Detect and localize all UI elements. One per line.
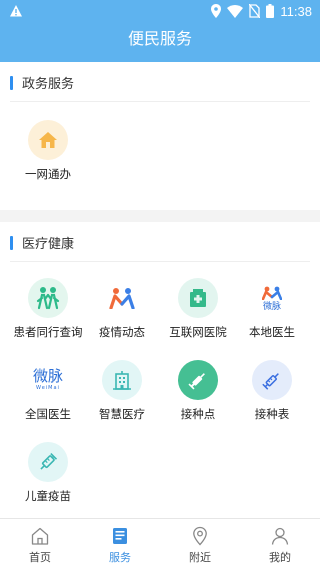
location-pin-icon [193,526,207,546]
service-patient-companion-query[interactable]: 患者同行查询 [8,274,88,354]
tab-services[interactable]: 服务 [80,519,160,568]
tab-label: 服务 [109,551,131,564]
tab-label: 首页 [29,551,51,564]
services-icon [113,528,127,544]
service-label: 一网通办 [25,167,71,181]
battery-icon [266,4,275,18]
vaccine-icon [28,442,68,482]
wifi-icon [227,4,244,18]
section-title: 医疗健康 [22,237,75,252]
tab-label: 我的 [269,551,291,564]
companions-icon [28,278,68,318]
service-epidemic-updates[interactable]: 疫情动态 [82,274,162,354]
hospital-icon [178,278,218,318]
tab-nearby[interactable]: 附近 [160,519,240,568]
home-icon [31,527,49,545]
profile-icon [271,527,289,545]
section-accent-bar [10,236,13,250]
location-icon [211,4,222,18]
page-title: 便民服务 [127,31,192,48]
section-divider [0,210,320,222]
service-local-doctor[interactable]: 微脉 本地医生 [232,274,312,354]
section-header: 医疗健康 [10,222,310,262]
service-label: 本地医生 [249,325,295,339]
section-header: 政务服务 [10,62,310,102]
house-icon [28,120,68,160]
logo-subtext: WeiMai [36,385,60,391]
service-smart-healthcare[interactable]: 智慧医疗 [82,356,162,436]
service-internet-hospital[interactable]: 互联网医院 [158,274,238,354]
service-child-vaccine[interactable]: 儿童疫苗 [8,438,88,518]
logo-text: 微脉 [32,369,63,385]
building-icon [102,360,142,400]
service-label: 儿童疫苗 [25,489,71,503]
syringe-icon [252,360,292,400]
bottom-tab-bar: 首页 服务 附近 我的 [0,518,320,568]
section-title: 政务服务 [22,77,75,92]
status-bar: 11:38 [0,0,320,22]
app-header: 11:38 便民服务 [0,0,320,62]
tab-home[interactable]: 首页 [0,519,80,568]
section-medical-health: 医疗健康 患者同行查询 疫情动态 互联网医院 微脉 本地医生 微脉 WeiMai… [0,222,320,518]
warning-icon [10,5,22,17]
tab-label: 附近 [189,551,211,564]
people-logo-icon [102,278,142,318]
service-label: 接种表 [254,407,290,421]
logo-text: 微脉 [262,300,281,311]
section-accent-bar [10,76,13,90]
status-time: 11:38 [280,3,312,19]
service-vaccination-schedule[interactable]: 接种表 [232,356,312,436]
weimai-logo-icon: 微脉 [252,278,292,318]
syringe-icon [178,360,218,400]
service-national-doctor[interactable]: 微脉 WeiMai 全国医生 [8,356,88,436]
service-vaccination-site[interactable]: 接种点 [158,356,238,436]
weimai-text-icon: 微脉 WeiMai [28,360,68,400]
no-sim-icon [249,4,261,18]
section-government-services: 政务服务 一网通办 [0,62,320,210]
service-one-stop[interactable]: 一网通办 [8,116,88,196]
tab-profile[interactable]: 我的 [240,519,320,568]
